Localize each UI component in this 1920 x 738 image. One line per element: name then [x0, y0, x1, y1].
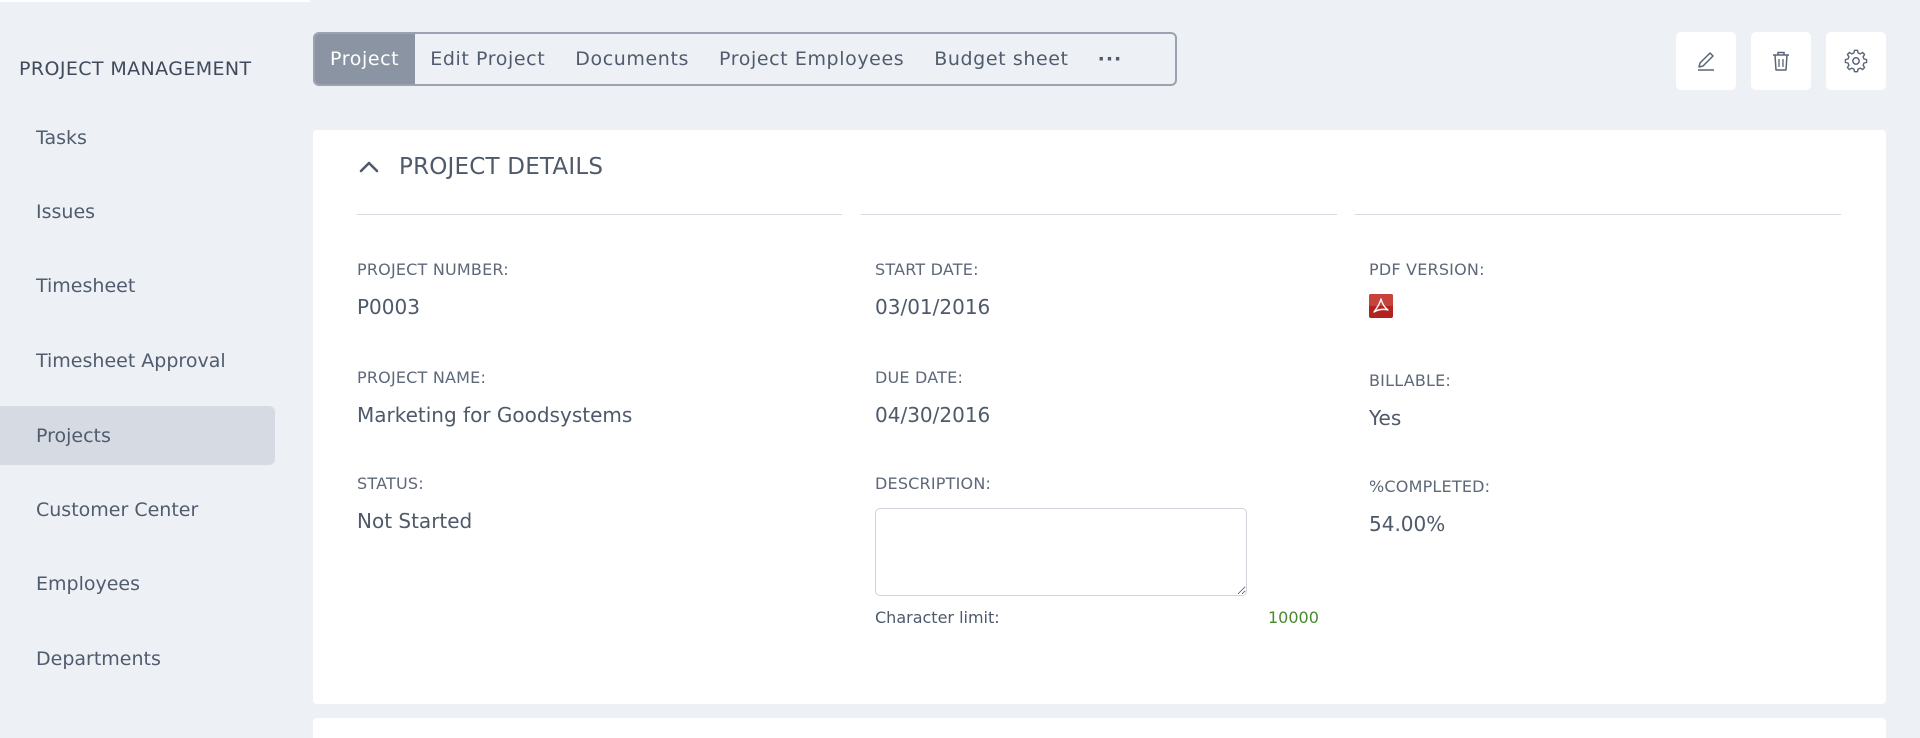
sidebar-item-timesheet-approval[interactable]: Timesheet Approval: [0, 331, 275, 390]
sidebar-title: PROJECT MANAGEMENT: [19, 58, 252, 80]
sidebar-item-employees[interactable]: Employees: [0, 554, 275, 613]
sidebar-item-projects[interactable]: Projects: [0, 406, 275, 465]
project-details-panel: PROJECT DETAILS PROJECT NUMBER: P0003 PR…: [313, 130, 1886, 704]
sidebar-item-label: Projects: [36, 424, 111, 447]
sidebar-item-label: Departments: [36, 647, 161, 670]
tab-project[interactable]: Project: [315, 34, 416, 84]
divider: [861, 214, 1337, 215]
sidebar-item-departments[interactable]: Departments: [0, 629, 275, 688]
trash-icon: [1773, 51, 1789, 71]
sidebar-item-issues[interactable]: Issues: [0, 182, 275, 241]
tab-budget-sheet[interactable]: Budget sheet: [919, 34, 1083, 84]
sidebar-item-label: Issues: [36, 200, 96, 223]
sidebar-item-label: Timesheet Approval: [36, 349, 226, 372]
delete-button[interactable]: [1751, 32, 1811, 90]
pdf-file-icon[interactable]: [1369, 294, 1393, 318]
character-limit-label: Character limit:: [875, 608, 1000, 627]
project-number-value: P0003: [357, 295, 420, 319]
gear-icon: [1844, 49, 1868, 73]
character-limit-count: 10000: [1268, 608, 1319, 627]
tab-project-employees[interactable]: Project Employees: [704, 34, 919, 84]
sidebar-item-label: Employees: [36, 572, 140, 595]
description-textarea[interactable]: [875, 508, 1247, 596]
record-tabs: Project Edit Project Documents Project E…: [313, 32, 1177, 86]
completed-value: 54.00%: [1369, 512, 1446, 536]
description-label: DESCRIPTION:: [875, 474, 992, 493]
project-number-label: PROJECT NUMBER:: [357, 260, 509, 279]
project-details-header[interactable]: PROJECT DETAILS: [357, 154, 603, 180]
due-date-label: DUE DATE:: [875, 368, 964, 387]
pencil-icon: [1698, 52, 1714, 71]
settings-button[interactable]: [1826, 32, 1886, 90]
sidebar-item-tasks[interactable]: Tasks: [0, 108, 275, 167]
sidebar-item-label: Tasks: [36, 126, 87, 149]
tab-more[interactable]: ···: [1084, 34, 1137, 84]
divider: [357, 214, 842, 215]
due-date-value: 04/30/2016: [875, 403, 991, 427]
sidebar-item-customer-center[interactable]: Customer Center: [0, 480, 275, 539]
sidebar-item-label: Timesheet: [36, 274, 136, 297]
status-label: STATUS:: [357, 474, 424, 493]
sidebar-item-timesheet[interactable]: Timesheet: [0, 256, 275, 315]
pdf-version-label: PDF VERSION:: [1369, 260, 1485, 279]
completed-label: %COMPLETED:: [1369, 477, 1491, 496]
divider: [1355, 214, 1841, 215]
edit-button[interactable]: [1676, 32, 1736, 90]
start-date-label: START DATE:: [875, 260, 979, 279]
tab-edit-project[interactable]: Edit Project: [415, 34, 560, 84]
chevron-up-icon: [359, 161, 379, 173]
status-value: Not Started: [357, 509, 473, 533]
project-name-label: PROJECT NAME:: [357, 368, 487, 387]
next-section-panel: [313, 718, 1886, 738]
sidebar-item-label: Customer Center: [36, 498, 199, 521]
sidebar: PROJECT MANAGEMENT Tasks Issues Timeshee…: [0, 0, 310, 727]
section-title: PROJECT DETAILS: [399, 154, 604, 180]
billable-value: Yes: [1369, 406, 1402, 430]
start-date-value: 03/01/2016: [875, 295, 991, 319]
billable-label: BILLABLE:: [1369, 371, 1452, 390]
tab-documents[interactable]: Documents: [560, 34, 704, 84]
project-name-value: Marketing for Goodsystems: [357, 403, 633, 427]
